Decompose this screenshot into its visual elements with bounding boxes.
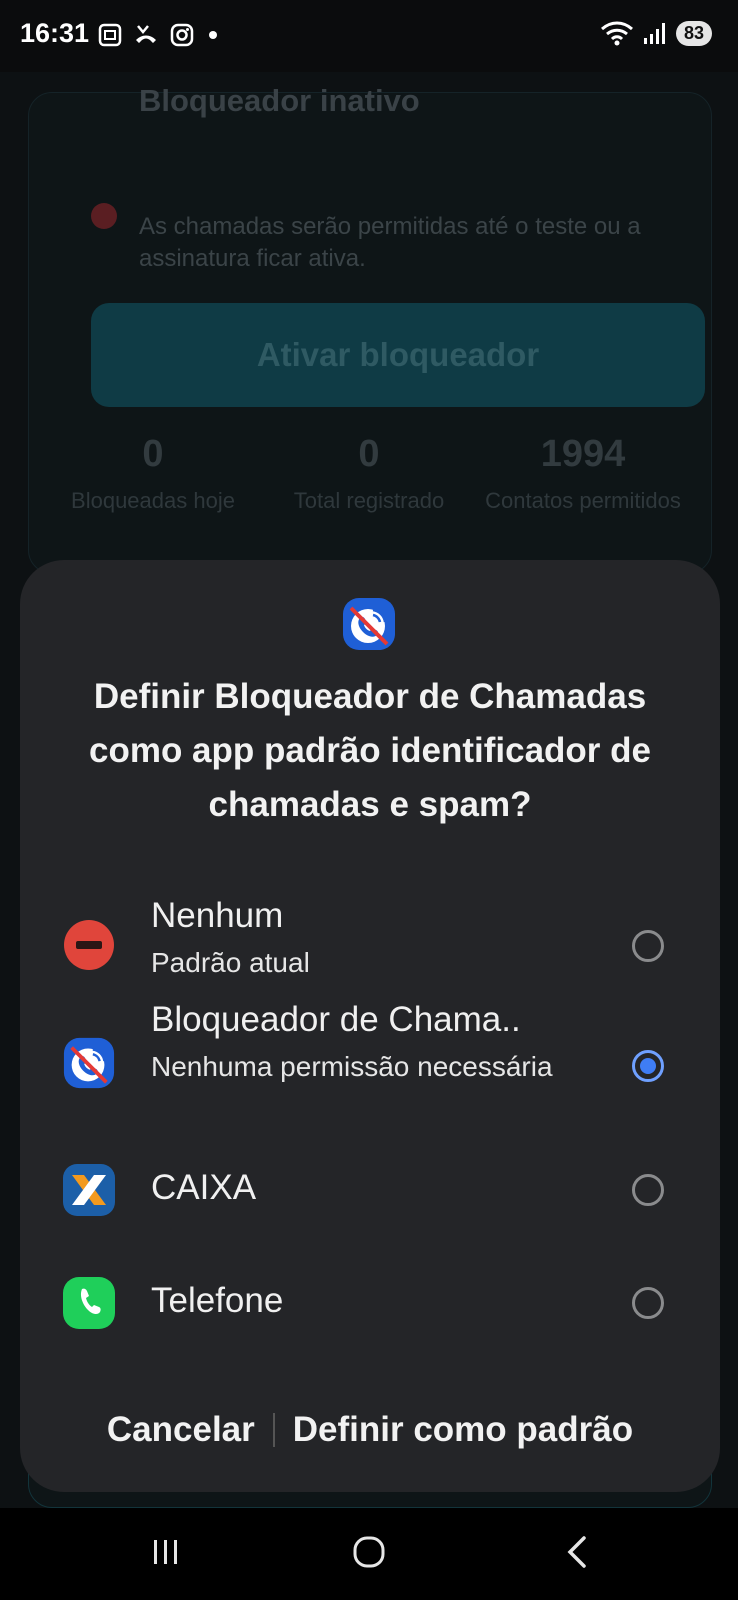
stat-label: Contatos permitidos xyxy=(485,488,681,513)
blocker-status-description: As chamadas serão permitidas até o teste… xyxy=(139,213,641,272)
signal-icon xyxy=(643,23,665,44)
stat-label: Bloqueadas hoje xyxy=(71,488,235,513)
status-bar: 16:31 83 xyxy=(0,0,738,72)
status-icons-right: 83 xyxy=(600,20,712,46)
stat-total-registered: 0 Total registrado xyxy=(269,433,469,515)
option-caixa[interactable]: CAIXA xyxy=(20,1150,720,1230)
missed-call-icon xyxy=(136,25,156,43)
actions-divider xyxy=(272,1413,275,1447)
battery-indicator: 83 xyxy=(675,20,712,46)
option-call-blocker-radio[interactable] xyxy=(632,1050,664,1082)
activate-blocker-button[interactable]: Ativar bloqueador xyxy=(91,303,705,407)
stat-allowed-contacts: 1994 Contatos permitidos xyxy=(483,433,683,515)
screenshot-icon xyxy=(98,23,122,47)
option-phone-radio[interactable] xyxy=(632,1287,664,1319)
system-nav-bar xyxy=(0,1508,738,1600)
set-default-button[interactable]: Definir como padrão xyxy=(293,1410,633,1450)
option-title: Nenhum xyxy=(151,896,284,935)
status-indicator-dot xyxy=(91,203,117,229)
option-caixa-radio[interactable] xyxy=(632,1174,664,1206)
option-title: CAIXA xyxy=(151,1168,257,1207)
dialog-title: Definir Bloqueador de Chamadas como app … xyxy=(88,677,652,824)
blocker-status-card: Bloqueador inativo As chamadas serão per… xyxy=(28,83,712,574)
stat-value: 0 xyxy=(358,433,380,475)
stat-value: 1994 xyxy=(540,433,626,475)
none-icon xyxy=(64,920,114,970)
stat-value: 0 xyxy=(142,433,164,475)
call-blocker-icon xyxy=(63,1037,115,1089)
home-icon[interactable] xyxy=(351,1534,387,1570)
back-icon[interactable] xyxy=(560,1534,596,1570)
option-title: Bloqueador de Chama.. xyxy=(151,1000,521,1039)
wifi-icon xyxy=(600,21,633,46)
option-call-blocker[interactable]: Bloqueador de Chama.. Nenhuma permissão … xyxy=(20,998,720,1138)
option-subtitle: Nenhuma permissão necessária xyxy=(151,1051,553,1082)
notification-dot xyxy=(209,31,217,39)
blocker-status-title: Bloqueador inativo xyxy=(139,83,420,118)
option-none-radio[interactable] xyxy=(632,930,664,962)
stat-label: Total registrado xyxy=(293,488,445,513)
caixa-icon xyxy=(63,1164,115,1216)
status-icons-left xyxy=(97,22,217,48)
option-subtitle: Padrão atual xyxy=(151,947,310,978)
option-phone[interactable]: Telefone xyxy=(20,1263,720,1343)
instagram-icon xyxy=(170,23,194,47)
option-title: Telefone xyxy=(151,1281,284,1320)
phone-icon xyxy=(63,1277,115,1329)
recent-apps-icon[interactable] xyxy=(148,1534,184,1570)
dialog-actions: Cancelar Definir como padrão xyxy=(20,1400,720,1460)
option-none[interactable]: Nenhum Padrão atual xyxy=(20,890,720,990)
stat-blocked-today: 0 Bloqueadas hoje xyxy=(53,433,253,515)
cancel-button[interactable]: Cancelar xyxy=(107,1410,255,1450)
default-app-dialog: Definir Bloqueador de Chamadas como app … xyxy=(20,560,720,1492)
call-blocker-app-icon xyxy=(343,598,395,650)
status-time: 16:31 xyxy=(20,18,90,48)
